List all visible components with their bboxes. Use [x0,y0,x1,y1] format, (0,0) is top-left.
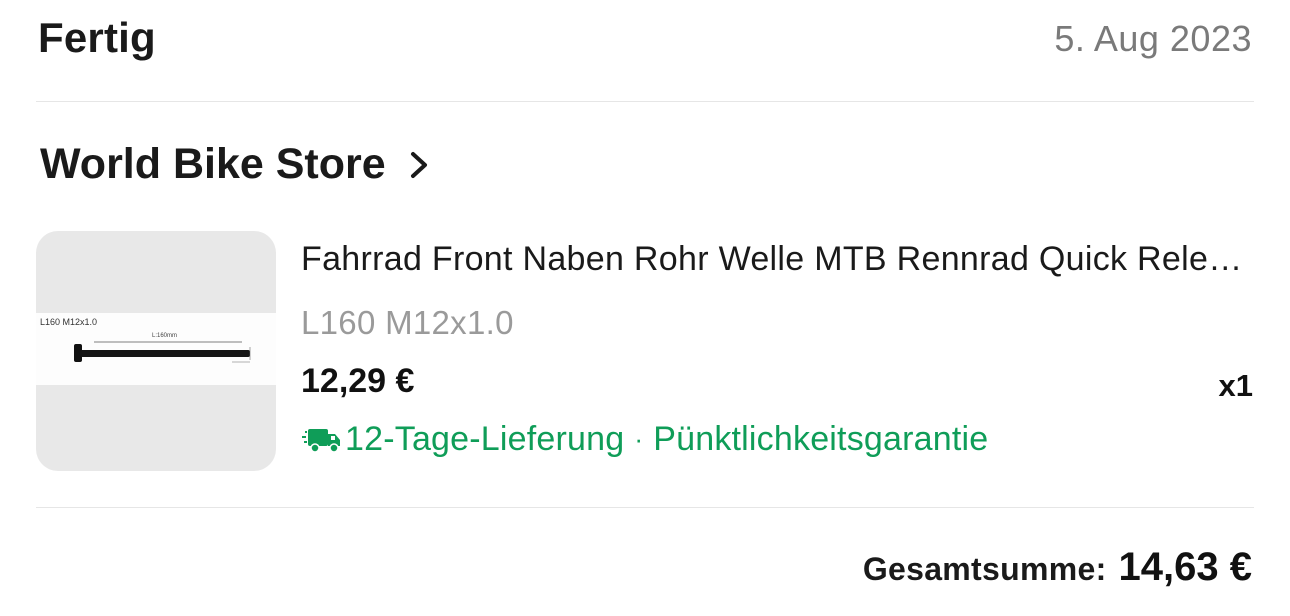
product-image-dimension: L:160mm [152,333,177,339]
total-label: Gesamtsumme: [862,551,1107,587]
order-total: Gesamtsumme: 14,63 € [863,545,1252,590]
delivery-time: 12-Tage-Lieferung [345,420,625,458]
product-title[interactable]: Fahrrad Front Naben Rohr Welle MTB Rennr… [301,240,1256,279]
chevron-right-icon [404,145,434,185]
product-price: 12,29 € [301,362,415,400]
divider [36,507,1254,508]
product-variant: L160 M12x1.0 [301,304,514,341]
order-date: 5. Aug 2023 [1054,18,1252,59]
thru-axle-drawing: L:160mm [74,333,251,363]
product-quantity: x1 [1218,368,1253,403]
delivery-separator: · [634,424,644,454]
delivery-truck-icon [301,425,343,455]
store-link[interactable]: World Bike Store [40,140,434,189]
store-name: World Bike Store [40,140,386,188]
delivery-info: 12-Tage-Lieferung · Pünktlichkeitsgarant… [301,420,988,459]
product-image[interactable]: L160 M12x1.0 L:160mm [36,231,276,471]
order-status: Fertig [38,14,156,61]
delivery-guarantee[interactable]: Pünktlichkeitsgarantie [653,420,988,459]
order-header: Fertig 5. Aug 2023 [36,0,1254,100]
total-value: 14,63 € [1118,545,1252,589]
divider [36,101,1254,102]
